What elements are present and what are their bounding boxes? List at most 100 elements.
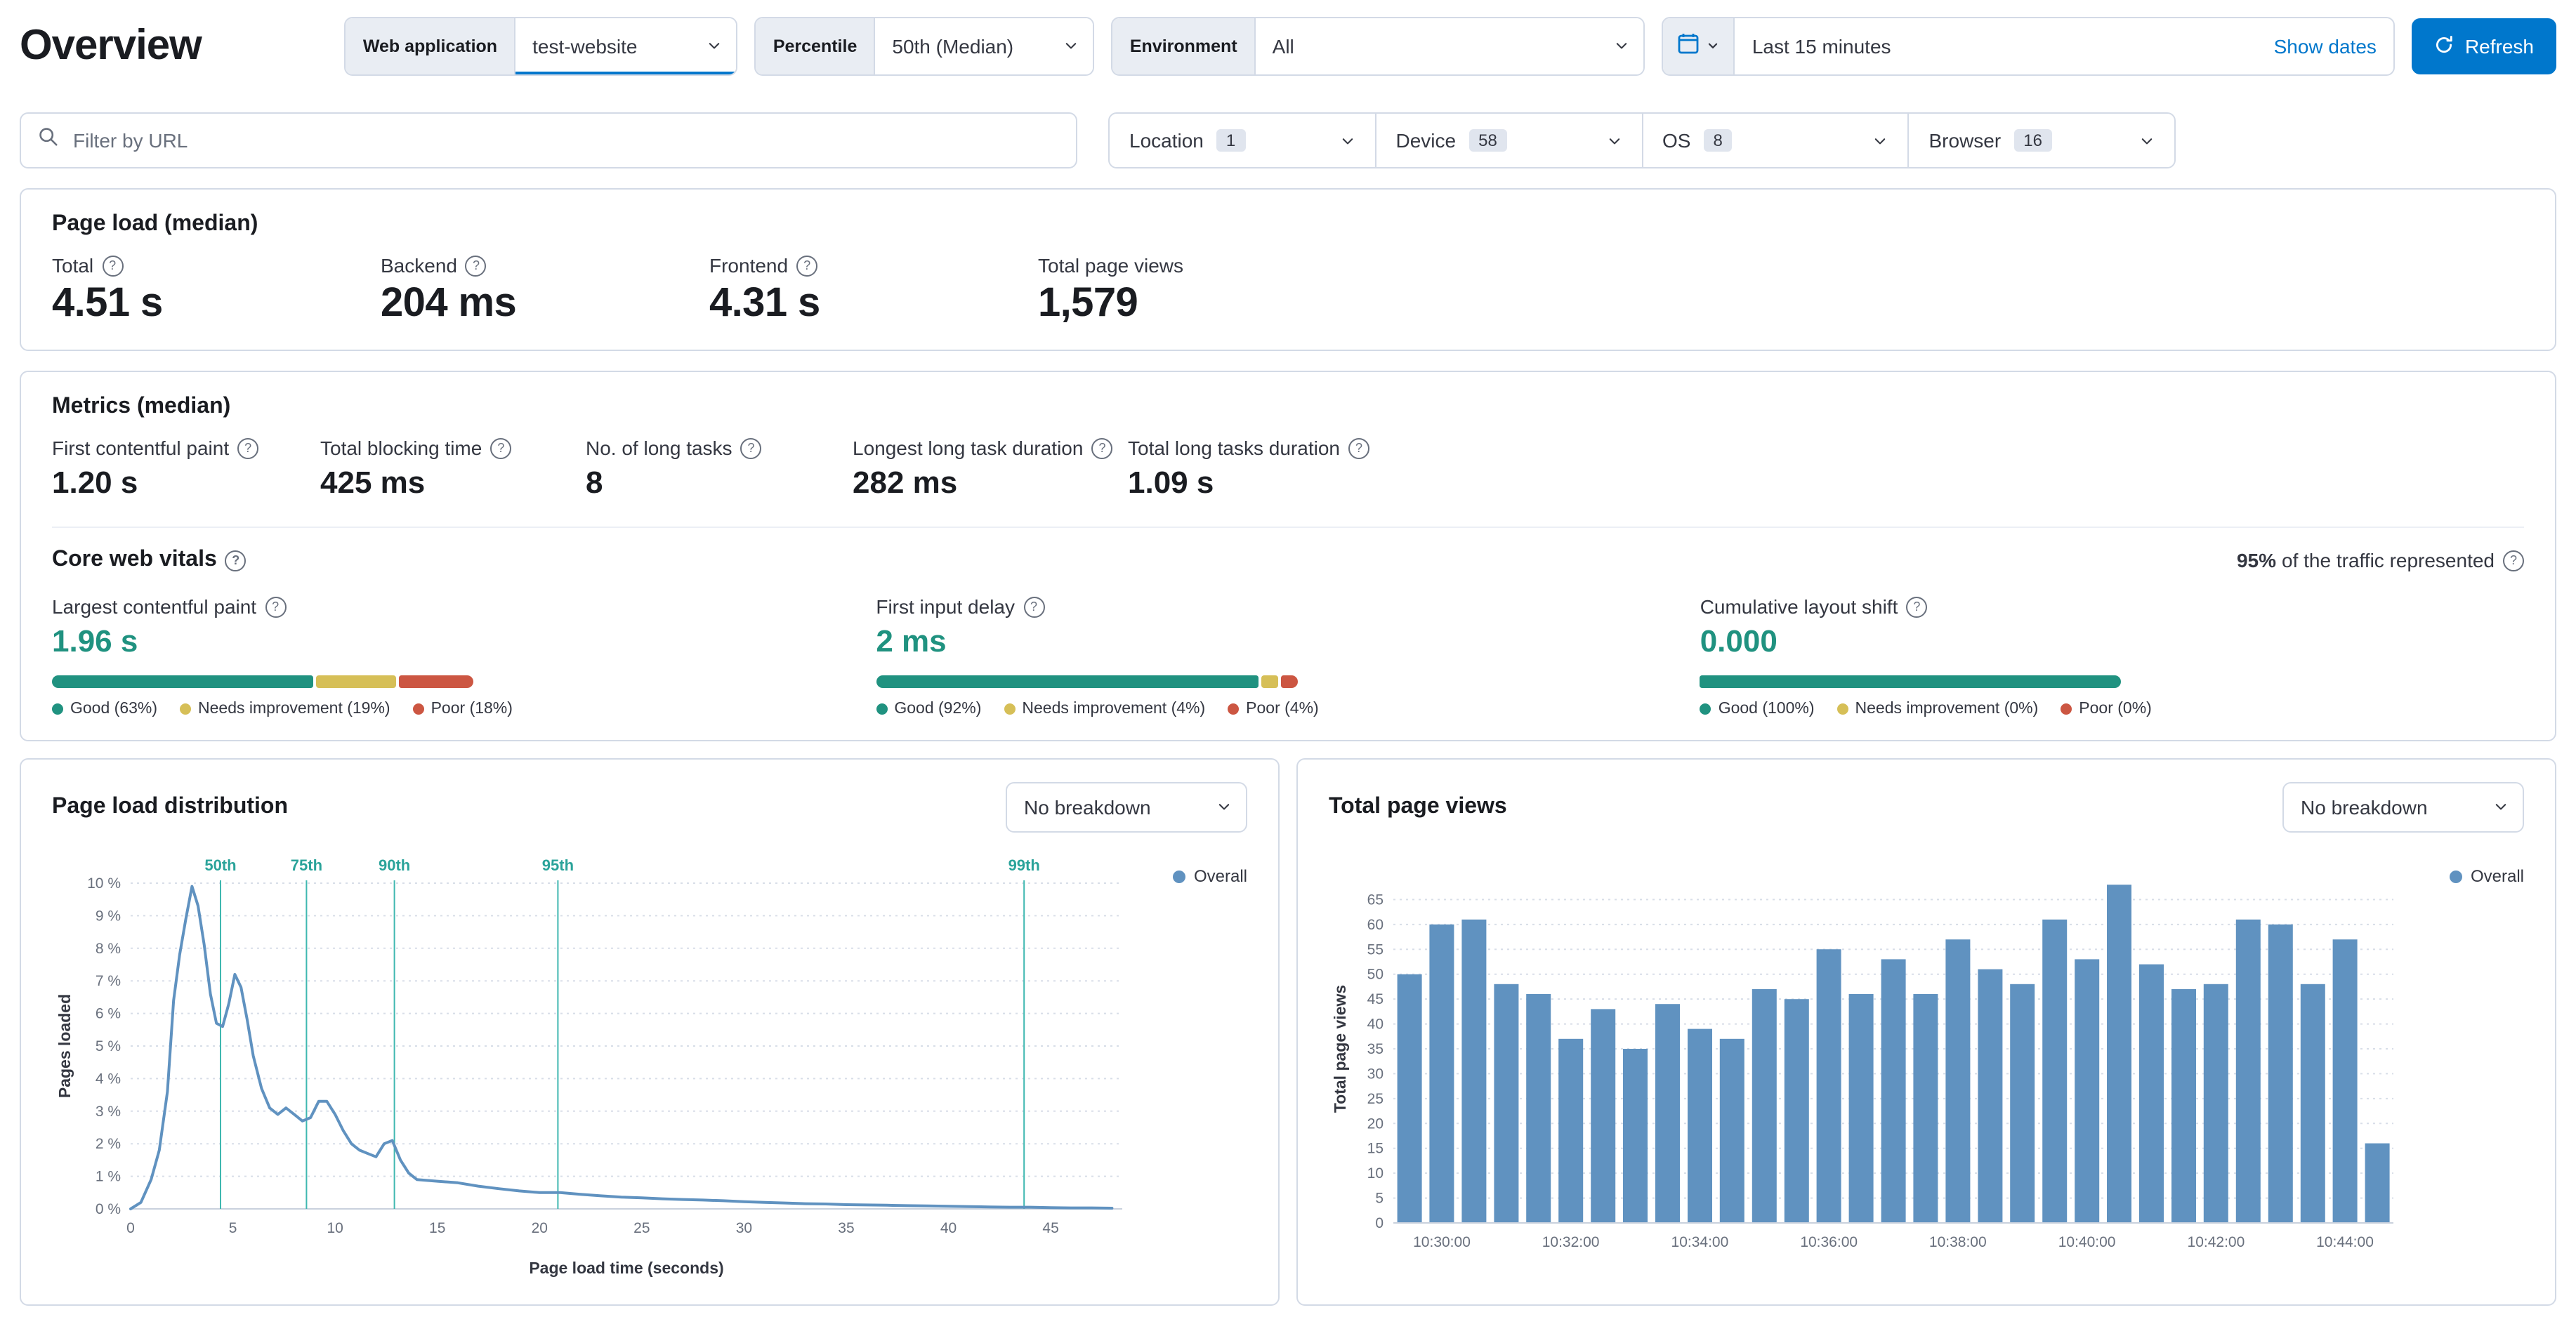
legend-dot-icon (2449, 870, 2462, 882)
traffic-text: of the traffic represented (2282, 549, 2495, 571)
x-tick-label: 10:30:00 (1413, 1234, 1471, 1250)
x-tick-label: 10:36:00 (1800, 1234, 1858, 1250)
y-tick-label: 5 % (96, 1038, 121, 1054)
stat-label: Total page views (1038, 254, 1184, 277)
legend-dot-icon (1700, 703, 1711, 715)
page-views-bar (1978, 969, 2003, 1223)
page-views-bar (1397, 974, 1422, 1223)
breakdown-select[interactable]: No breakdown (2282, 782, 2524, 833)
filter-count-badge: 8 (1703, 129, 1733, 152)
page-views-bar (1719, 1038, 1744, 1223)
filter-browser[interactable]: Browser 16 (1910, 114, 2175, 167)
x-tick-label: 10:40:00 (2058, 1234, 2116, 1250)
percentile-value: 50th (Median) (892, 35, 1014, 58)
vital-legend: Good (100%) Needs improvement (0%) Poor (0… (1700, 701, 2524, 717)
ux-overview-page: Overview Web application test-website Pe… (0, 0, 2576, 1317)
cwv-legend-item: Poor (4%) (1228, 701, 1319, 717)
web-application-label: Web application (346, 18, 516, 74)
panel-title: Total page views (1329, 795, 1507, 819)
panel-title: Page load distribution (52, 795, 289, 819)
chevron-down-icon (1216, 796, 1232, 819)
y-axis-title: Pages loaded (55, 994, 74, 1098)
legend-dot-icon (2061, 703, 2072, 715)
y-tick-label: 4 % (96, 1071, 121, 1087)
vital-cumulative-layout-shift: Cumulative layout shift 0.000 Good (100%… (1700, 595, 2524, 717)
legend-dot-icon (180, 703, 192, 715)
info-icon[interactable] (465, 255, 487, 276)
url-search (20, 112, 1077, 168)
legend-dot-icon (1004, 703, 1016, 715)
chevron-down-icon (2493, 796, 2509, 819)
filter-count-badge: 58 (1468, 129, 1507, 152)
page-views-bar (2203, 984, 2228, 1223)
top-bar: Overview Web application test-website Pe… (0, 0, 2576, 81)
percentile-control: Percentile 50th (Median) (754, 17, 1095, 76)
percentile-annotation-label: 90th (379, 856, 410, 874)
info-icon[interactable] (237, 437, 259, 458)
legend-dot-icon (1228, 703, 1240, 715)
date-range-value[interactable]: Last 15 minutes (1735, 35, 2274, 58)
page-load-distribution-chart: 0 % 1 % 2 % 3 % 4 % 5 % 6 % 7 % 8 % 9 % 10 % 0 5 10 15… (55, 856, 1122, 1277)
stat-label: Backend (381, 254, 457, 277)
chevron-down-icon (1606, 133, 1622, 148)
legend-dot-icon (412, 703, 424, 715)
quick-select-menu-button[interactable] (1663, 18, 1735, 74)
percentile-select[interactable]: 50th (Median) (875, 18, 1093, 74)
vital-legend: Good (63%) Needs improvement (19%) Poor (1… (52, 701, 876, 717)
info-icon[interactable] (1023, 596, 1044, 617)
chevron-down-icon (1873, 133, 1888, 148)
filter-device[interactable]: Device 58 (1376, 114, 1643, 167)
stat-value: 1.09 s (1128, 465, 1214, 500)
needs-improvement-segment (1261, 675, 1278, 688)
search-icon (38, 126, 59, 154)
info-icon[interactable] (1348, 437, 1369, 458)
x-tick-label: 0 (126, 1220, 135, 1236)
info-icon[interactable] (740, 437, 762, 458)
info-icon[interactable] (490, 437, 512, 458)
cwv-legend-item: Needs improvement (0%) (1836, 701, 2038, 717)
chevron-down-icon (1615, 35, 1630, 58)
stat-first-contentful-paint: First contentful paint 1.20 s (52, 437, 320, 501)
vital-distribution-bar (1700, 675, 2122, 688)
info-icon[interactable] (225, 550, 247, 571)
page-views-bar (1848, 994, 1874, 1223)
show-dates-link[interactable]: Show dates (2274, 35, 2393, 58)
info-icon[interactable] (1091, 437, 1113, 458)
y-tick-label: 8 % (96, 941, 121, 957)
filter-os[interactable]: OS 8 (1643, 114, 1910, 167)
info-icon[interactable] (796, 255, 818, 276)
stat-value: 4.51 s (52, 281, 163, 326)
poor-segment (398, 675, 473, 688)
chart-legend[interactable]: Overall (2449, 866, 2524, 886)
web-application-select[interactable]: test-website (515, 18, 737, 74)
stat-total-long-tasks: Total long tasks duration 1.09 s (1128, 437, 1369, 501)
stat-value: 1,579 (1038, 281, 1138, 326)
filter-count-badge: 16 (2013, 129, 2052, 152)
stat-longest-long-task: Longest long task duration 282 ms (853, 437, 1128, 501)
filter-location[interactable]: Location 1 (1110, 114, 1376, 167)
chevron-down-icon (707, 35, 723, 58)
filter-count-badge: 1 (1216, 129, 1246, 152)
info-icon[interactable] (102, 255, 124, 276)
url-filter-input[interactable] (70, 128, 1059, 153)
page-views-bar (1816, 949, 1841, 1223)
page-views-bar (1881, 959, 1906, 1223)
breakdown-select[interactable]: No breakdown (1006, 782, 1247, 833)
page-views-bar (2139, 964, 2164, 1223)
environment-select[interactable]: All (1255, 18, 1644, 74)
cwv-legend-item: Good (100%) (1700, 701, 1815, 717)
refresh-icon (2434, 34, 2454, 58)
x-tick-label: 10:38:00 (1929, 1234, 1987, 1250)
y-tick-label: 35 (1367, 1041, 1384, 1057)
x-tick-label: 40 (940, 1220, 957, 1236)
stat-value: 1.20 s (52, 465, 138, 500)
y-tick-label: 9 % (96, 908, 121, 924)
stat-backend: Backend 204 ms (381, 254, 709, 327)
refresh-button[interactable]: Refresh (2411, 18, 2556, 74)
info-icon[interactable] (265, 596, 287, 617)
chart-legend[interactable]: Overall (1172, 866, 1247, 886)
info-icon[interactable] (1906, 596, 1928, 617)
page-views-bar (1655, 1004, 1680, 1223)
info-icon[interactable] (2503, 550, 2524, 571)
page-views-bar (1461, 919, 1487, 1223)
